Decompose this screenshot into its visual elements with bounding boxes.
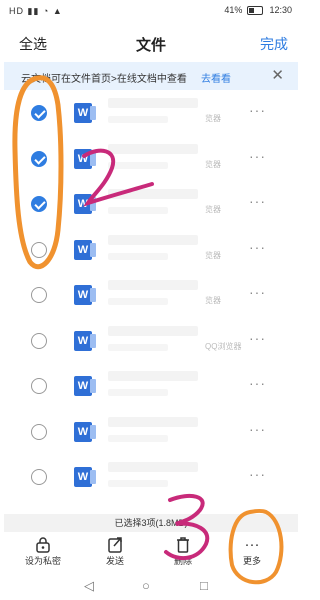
checkbox[interactable] xyxy=(31,332,47,349)
file-row[interactable]: W ··· xyxy=(0,454,302,500)
battery-icon xyxy=(246,6,263,16)
file-name-blurred xyxy=(108,189,198,199)
file-row[interactable]: W ··· xyxy=(0,409,302,455)
checkbox[interactable] xyxy=(31,378,47,394)
source-app-label: QQ浏览器 xyxy=(205,341,242,351)
file-name-blurred xyxy=(108,280,198,290)
file-name-blurred xyxy=(108,416,198,427)
word-doc-icon: W xyxy=(74,467,96,487)
file-name-blurred xyxy=(108,98,198,108)
clock: 12:30 xyxy=(269,5,292,15)
file-row[interactable]: W 览器 ··· xyxy=(0,90,302,136)
word-doc-icon: W xyxy=(74,194,96,214)
file-name-blurred xyxy=(108,371,198,381)
delete-label: 删除 xyxy=(173,556,192,566)
file-name-blurred xyxy=(108,462,198,472)
banner-text: 云文档可在文件首页>在线文档中查看 xyxy=(21,74,187,85)
source-app-label: 览器 xyxy=(205,205,221,214)
row-more-icon[interactable]: ··· xyxy=(249,466,266,482)
home-icon[interactable]: ○ xyxy=(142,578,150,593)
system-nav-bar: ◁ ○ □ xyxy=(0,572,302,600)
checkbox[interactable] xyxy=(31,150,47,167)
file-meta-blurred xyxy=(108,298,168,305)
row-more-icon[interactable]: ··· xyxy=(249,239,266,255)
file-name-blurred xyxy=(108,325,198,336)
lock-icon xyxy=(18,536,68,554)
send-button[interactable]: 发送 xyxy=(90,536,140,567)
word-doc-icon: W xyxy=(74,376,96,396)
close-icon[interactable]: ✕ xyxy=(271,66,284,84)
word-doc-icon: W xyxy=(74,239,96,260)
cloud-docs-banner: 云文档可在文件首页>在线文档中查看 去看看 ✕ xyxy=(4,62,298,90)
send-label: 发送 xyxy=(105,556,124,566)
file-row[interactable]: W ··· xyxy=(0,363,302,409)
battery-percent: 41% xyxy=(224,5,243,15)
file-row[interactable]: W QQ浏览器 ··· xyxy=(0,318,302,364)
selection-summary: 已选择3项(1.8MB) xyxy=(4,514,298,532)
set-private-button[interactable]: 设为私密 xyxy=(18,536,68,567)
signal-icons: HD ▮▮ ◔ ▲ xyxy=(9,6,63,16)
done-button[interactable]: 完成 xyxy=(260,34,288,54)
row-more-icon[interactable]: ··· xyxy=(249,284,266,300)
row-more-icon[interactable]: ··· xyxy=(249,421,266,437)
back-icon[interactable]: ◁ xyxy=(84,578,94,594)
file-meta-blurred xyxy=(108,252,168,260)
recents-icon[interactable]: □ xyxy=(200,578,208,593)
trash-icon xyxy=(158,536,208,554)
file-meta-blurred xyxy=(108,389,168,396)
file-meta-blurred xyxy=(108,343,168,351)
row-more-icon[interactable]: ··· xyxy=(249,148,266,164)
status-bar: HD ▮▮ ◔ ▲ 41% 12:30 xyxy=(0,0,302,22)
word-doc-icon: W xyxy=(74,330,96,351)
checkbox[interactable] xyxy=(31,241,47,258)
checkbox[interactable] xyxy=(31,105,47,121)
row-more-icon[interactable]: ··· xyxy=(249,375,266,391)
file-row[interactable]: W 览器 ··· xyxy=(0,227,302,273)
source-app-label: 览器 xyxy=(205,296,221,305)
more-label: 更多 xyxy=(242,556,261,566)
file-meta-blurred xyxy=(108,161,168,169)
checkbox[interactable] xyxy=(31,196,47,212)
header: 文件 全选 完成 xyxy=(0,26,302,58)
file-meta-blurred xyxy=(108,116,168,123)
file-meta-blurred xyxy=(108,207,168,214)
source-app-label: 览器 xyxy=(205,250,221,260)
file-name-blurred xyxy=(108,143,198,154)
share-icon xyxy=(90,536,140,554)
more-icon: ··· xyxy=(244,536,260,553)
banner-link[interactable]: 去看看 xyxy=(201,70,231,85)
word-doc-icon: W xyxy=(74,285,96,305)
source-app-label: 览器 xyxy=(205,159,221,169)
set-private-label: 设为私密 xyxy=(24,556,61,566)
file-name-blurred xyxy=(108,234,198,245)
source-app-label: 览器 xyxy=(205,114,221,123)
word-doc-icon: W xyxy=(74,103,96,123)
checkbox[interactable] xyxy=(31,423,47,440)
checkbox[interactable] xyxy=(31,287,47,303)
checkbox[interactable] xyxy=(31,469,47,485)
file-row[interactable]: W 览器 ··· xyxy=(0,181,302,227)
bottom-toolbar: 设为私密 发送 删除 ··· 更多 xyxy=(0,532,302,572)
row-more-icon[interactable]: ··· xyxy=(249,330,266,346)
word-doc-icon: W xyxy=(74,421,96,442)
status-right: 41% 12:30 xyxy=(224,5,292,16)
row-more-icon[interactable]: ··· xyxy=(249,102,266,118)
file-row[interactable]: W 览器 ··· xyxy=(0,136,302,182)
more-button[interactable]: ··· 更多 xyxy=(227,536,277,567)
file-meta-blurred xyxy=(108,434,168,442)
word-doc-icon: W xyxy=(74,148,96,169)
delete-button[interactable]: 删除 xyxy=(158,536,208,567)
file-row[interactable]: W 览器 ··· xyxy=(0,272,302,318)
file-meta-blurred xyxy=(108,480,168,487)
row-more-icon[interactable]: ··· xyxy=(249,193,266,209)
select-all-button[interactable]: 全选 xyxy=(19,34,47,54)
